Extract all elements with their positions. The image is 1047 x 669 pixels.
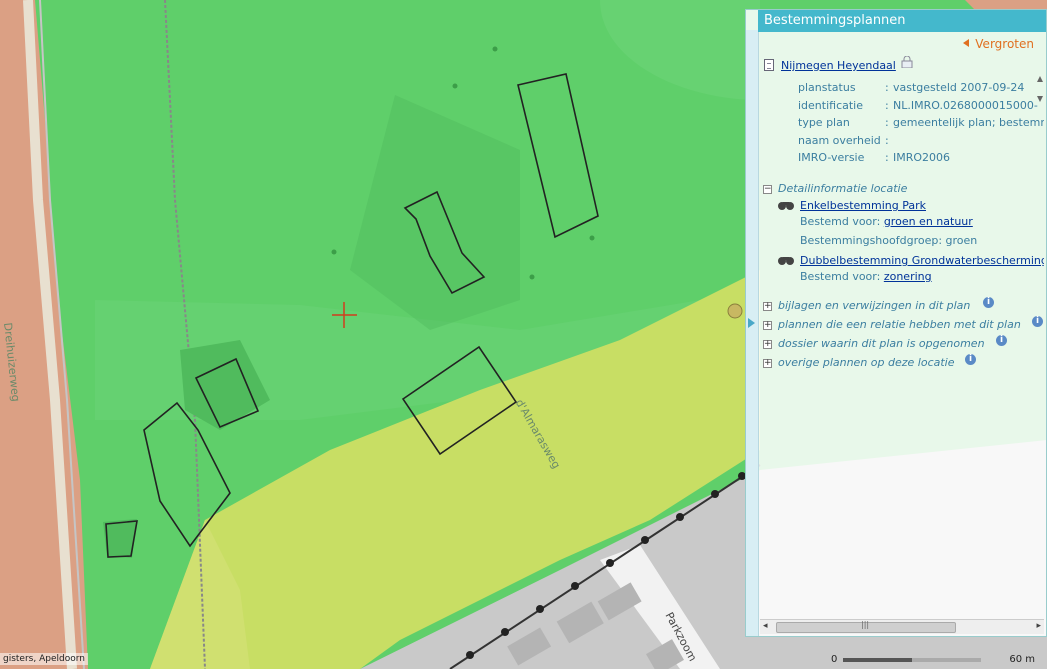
bestemming-link-grondwater[interactable]: Dubbelbestemming Grondwaterbeschermingsg… (800, 254, 1044, 267)
detail-section-title[interactable]: Detailinformatie locatie (778, 182, 907, 195)
section-overige-plannen[interactable]: overige plannen op deze locatie (778, 356, 955, 369)
property-key: identificatie (798, 98, 864, 112)
property-key: IMRO-versie (798, 151, 865, 164)
bestemd-voor-value-link[interactable]: groen en natuur (884, 215, 973, 228)
expand-button[interactable]: Vergroten (963, 37, 1034, 51)
property-key: type plan (798, 116, 850, 129)
info-icon[interactable]: i (983, 297, 994, 308)
bestemming-link-park[interactable]: Enkelbestemming Park (800, 199, 926, 212)
bestemmingsplannen-panel: Bestemmingsplannen Vergroten Nijmegen He… (745, 9, 1047, 637)
expand-toggle-icon[interactable]: + (763, 321, 772, 330)
hoofdgroep-label: Bestemmingshoofdgroep: (800, 234, 943, 247)
triangle-left-icon (963, 39, 970, 47)
collapse-arrow-icon[interactable] (748, 318, 755, 328)
property-value: NL.IMRO.0268000015000- (893, 98, 1038, 112)
section-relatie-plannen[interactable]: plannen die een relatie hebben met dit p… (778, 318, 1021, 331)
bestemd-voor-value-link[interactable]: zonering (884, 270, 932, 283)
info-marker[interactable] (727, 303, 743, 319)
document-icon (764, 59, 774, 71)
panel-collapse-handle[interactable] (746, 30, 759, 636)
expand-toggle-icon[interactable]: + (763, 359, 772, 368)
scroll-left-arrow[interactable]: ◂ (763, 621, 768, 631)
lock-icon (901, 56, 913, 68)
map-attribution: gisters, Apeldoorn (0, 653, 88, 665)
bestemd-voor-row: Bestemd voor: zonering (800, 270, 932, 283)
property-value: IMRO2006 (893, 151, 951, 164)
property-value: gemeentelijk plan; bestemm (893, 116, 1044, 129)
expand-toggle-icon[interactable]: + (763, 302, 772, 311)
property-separator: : (885, 133, 889, 147)
collapse-toggle-icon[interactable]: − (763, 185, 772, 194)
scale-bar-graphic (843, 658, 981, 662)
bestemd-voor-label: Bestemd voor: (800, 270, 881, 283)
expand-toggle-icon[interactable]: + (763, 340, 772, 349)
property-key: naam overheid (798, 133, 881, 147)
hoofdgroep-value: groen (945, 234, 978, 247)
property-key: planstatus (798, 81, 856, 94)
panel-title: Bestemmingsplannen (758, 10, 1046, 32)
plan-name-link[interactable]: Nijmegen Heyendaal (781, 59, 896, 72)
scale-bar: 0 60 m (831, 652, 1041, 668)
hoofdgroep-row: Bestemmingshoofdgroep: groen (800, 234, 977, 247)
binoculars-icon (778, 202, 794, 210)
scroll-right-arrow[interactable]: ▸ (1036, 621, 1041, 631)
panel-content: Nijmegen Heyendaal planstatus: vastgestel… (760, 54, 1044, 614)
section-bijlagen[interactable]: bijlagen en verwijzingen in dit plan (778, 299, 970, 312)
property-separator: : (885, 98, 889, 112)
property-separator: : (885, 151, 889, 164)
scroll-grip: ||| (861, 620, 870, 629)
info-icon[interactable]: i (965, 354, 976, 365)
section-dossier[interactable]: dossier waarin dit plan is opgenomen (778, 337, 985, 350)
binoculars-icon (778, 257, 794, 265)
horizontal-scrollbar[interactable]: ◂ ||| ▸ (760, 619, 1044, 634)
scale-start: 0 (831, 654, 838, 665)
property-separator: : (885, 116, 889, 129)
vertical-scrollbar[interactable] (1036, 70, 1044, 130)
bestemd-voor-row: Bestemd voor: groen en natuur (800, 215, 973, 228)
info-icon[interactable]: i (996, 335, 1007, 346)
property-value: vastgesteld 2007-09-24 (893, 81, 1025, 94)
scroll-thumb[interactable]: ||| (776, 620, 956, 633)
expand-label[interactable]: Vergroten (975, 37, 1034, 51)
property-separator: : (885, 81, 889, 94)
info-icon[interactable]: i (1032, 316, 1043, 327)
bestemd-voor-label: Bestemd voor: (800, 215, 881, 228)
scale-end: 60 m (1009, 654, 1035, 665)
